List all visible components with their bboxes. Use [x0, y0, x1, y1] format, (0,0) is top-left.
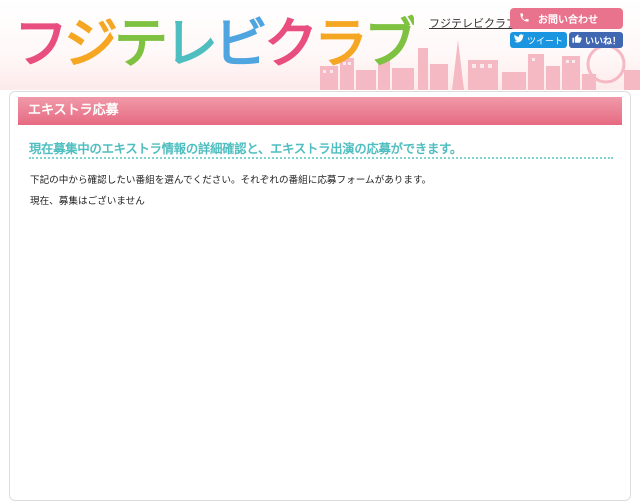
twitter-bird-icon: [514, 34, 524, 46]
section-title: エキストラ応募: [18, 97, 622, 125]
no-recruitment-status: 現在、募集はございません: [30, 196, 145, 207]
site-header: フ ジ テ レ ビ ク ラ ブ フジテレビクラブ お問い合わせ ツイート いいね…: [0, 0, 640, 90]
phone-icon: [510, 12, 538, 26]
like-label: いいね！: [585, 36, 622, 47]
brand-link[interactable]: フジテレビクラブ: [429, 15, 517, 31]
description-text: 下記の中から確認したい番組を選んでください。それぞれの番組に応募フォームがありま…: [30, 175, 432, 186]
svg-text:レ: レ: [164, 12, 218, 74]
tweet-label: ツイート: [527, 36, 564, 47]
svg-text:ク: ク: [264, 12, 318, 74]
tweet-button[interactable]: ツイート: [510, 32, 567, 48]
contact-label: お問い合わせ: [538, 15, 598, 26]
svg-text:ビ: ビ: [214, 12, 268, 74]
section-subtitle: 現在募集中のエキストラ情報の詳細確認と、エキストラ出演の応募ができます。: [29, 139, 613, 159]
thumbs-up-icon: [572, 33, 582, 47]
svg-text:ブ: ブ: [364, 12, 414, 74]
svg-text:ラ: ラ: [314, 12, 368, 74]
site-logo[interactable]: フ ジ テ レ ビ ク ラ ブ: [14, 6, 414, 74]
svg-text:ジ: ジ: [64, 12, 118, 74]
like-button[interactable]: いいね！: [569, 32, 623, 48]
contact-button[interactable]: お問い合わせ: [510, 8, 623, 29]
svg-text:テ: テ: [114, 12, 168, 74]
svg-text:フ: フ: [14, 12, 68, 74]
